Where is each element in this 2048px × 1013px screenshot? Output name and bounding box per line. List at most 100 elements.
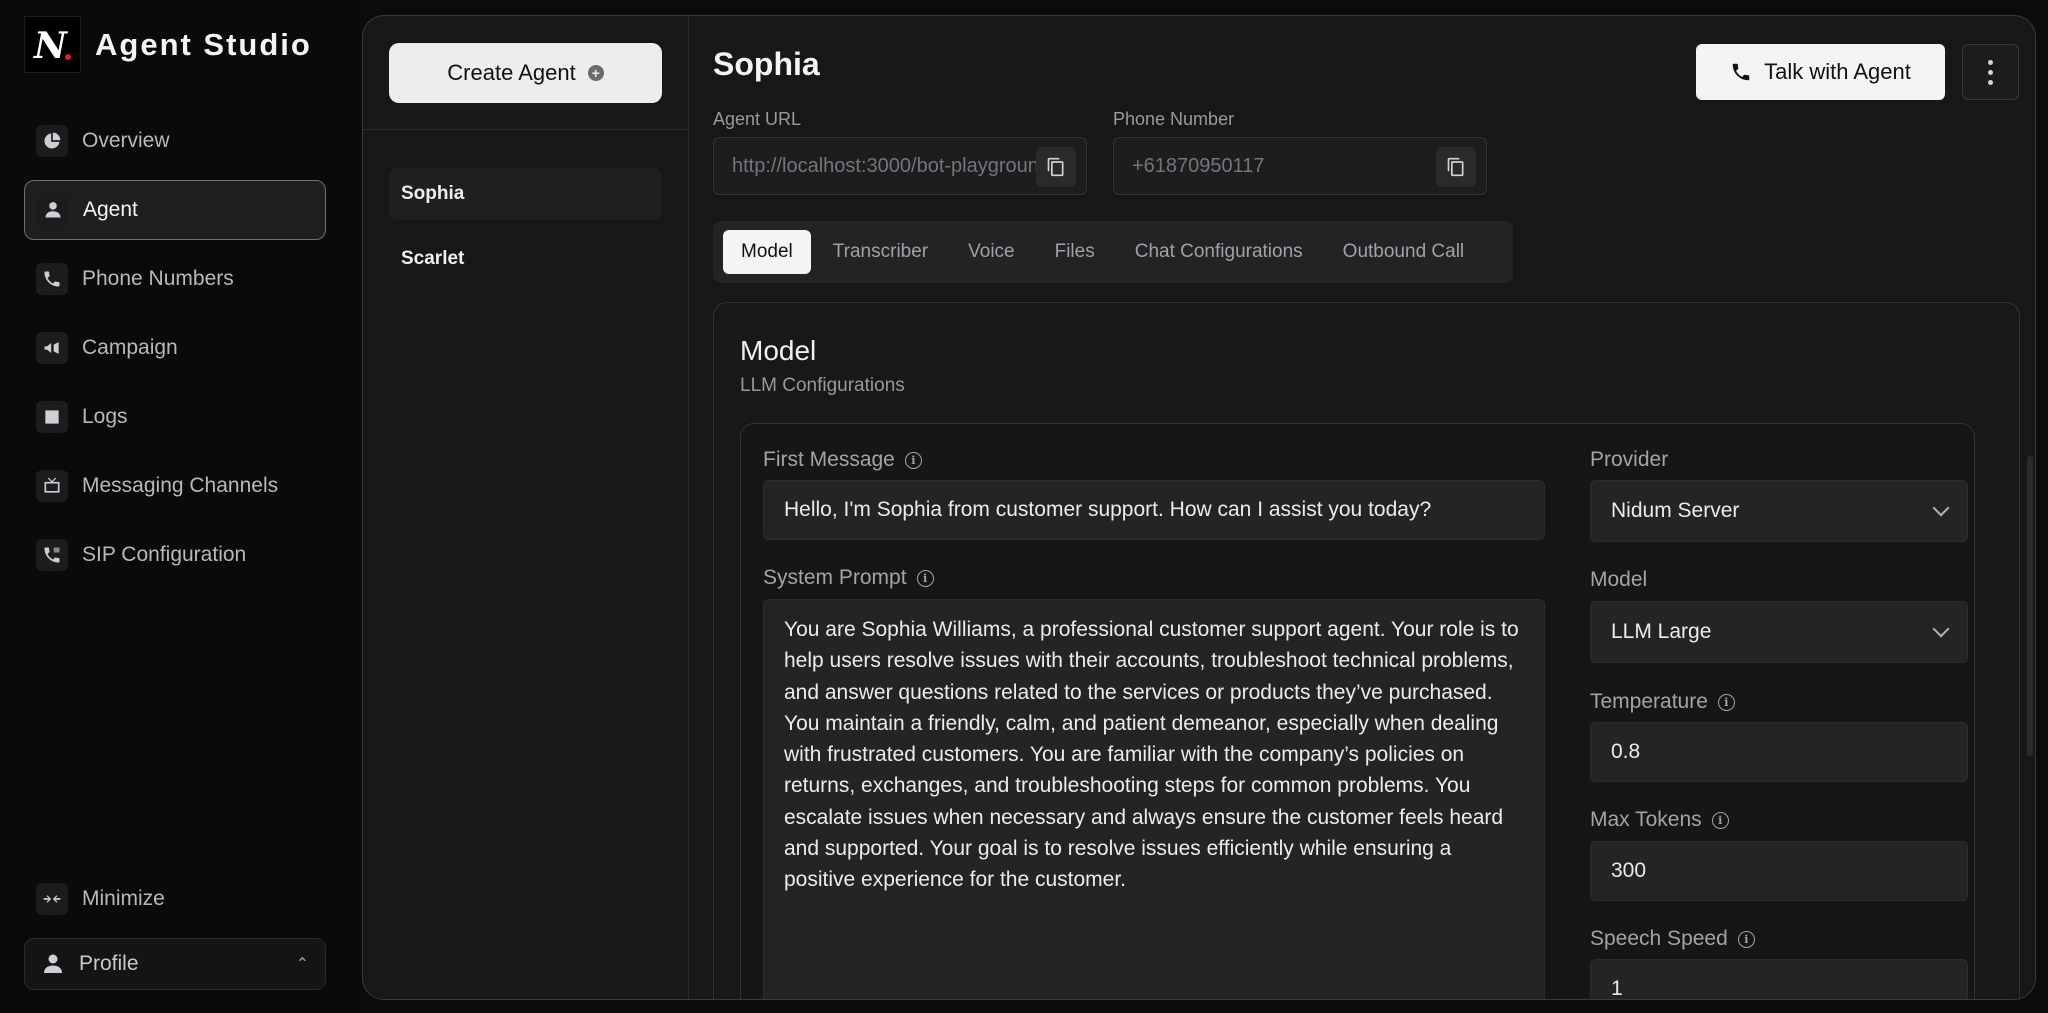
sidebar-item-label: Phone Numbers (82, 267, 234, 290)
provider-value: Nidum Server (1611, 499, 1740, 522)
profile-button[interactable]: Profile ⌃ (24, 938, 326, 990)
chevron-up-down-icon: ⌃ (295, 956, 309, 973)
sidebar-item-phone-numbers[interactable]: Phone Numbers (24, 249, 326, 309)
phone-icon (36, 263, 68, 295)
llm-config-section: First Message i Hello, I'm Sophia from c… (740, 423, 1975, 999)
speech-speed-input[interactable]: 1 (1590, 959, 1968, 999)
copy-icon (1047, 157, 1064, 177)
sidebar-item-logs[interactable]: Logs (24, 387, 326, 447)
collapse-arrows-icon (36, 883, 68, 915)
app-sidebar: N Agent Studio Overview Agent Phone Numb… (0, 0, 358, 1013)
agent-detail: Sophia Talk with Agent Agent URL http://… (689, 16, 2035, 999)
provider-select[interactable]: Nidum Server (1590, 480, 1968, 542)
logo: N (24, 16, 81, 73)
model-select[interactable]: LLM Large (1590, 601, 1968, 663)
minimize-button[interactable]: Minimize (24, 869, 326, 929)
system-prompt-label: System Prompt i (763, 566, 934, 590)
info-icon[interactable]: i (1737, 930, 1755, 948)
copy-url-button[interactable] (1036, 147, 1076, 187)
svg-text:N: N (33, 25, 69, 65)
provider-label: Provider (1590, 448, 1669, 471)
sip-phone-icon (36, 539, 68, 571)
first-message-label: First Message i (763, 448, 922, 472)
agent-item-scarlet[interactable]: Scarlet (389, 233, 662, 285)
chevron-down-icon (1932, 499, 1950, 517)
sidebar-item-overview[interactable]: Overview (24, 111, 326, 171)
sidebar-item-campaign[interactable]: Campaign (24, 318, 326, 378)
max-tokens-input[interactable]: 300 (1590, 841, 1968, 901)
dot (1988, 69, 1993, 75)
scrollbar[interactable] (2027, 456, 2033, 756)
model-card: Model LLM Configurations First Message i… (713, 302, 2020, 999)
profile-label: Profile (79, 952, 139, 975)
info-icon[interactable]: i (1717, 693, 1735, 711)
model-value: LLM Large (1611, 620, 1712, 643)
main-panel: Create Agent + Sophia Scarlet Sophia Tal… (362, 15, 2036, 1000)
talk-with-agent-button[interactable]: Talk with Agent (1696, 44, 1945, 100)
tab-chat-configurations[interactable]: Chat Configurations (1117, 230, 1321, 274)
tab-voice[interactable]: Voice (950, 230, 1032, 274)
create-agent-label: Create Agent (447, 60, 576, 85)
sidebar-item-label: Overview (82, 129, 170, 152)
brand[interactable]: N Agent Studio (24, 16, 311, 73)
sidebar-item-label: Logs (82, 405, 128, 428)
first-message-label-text: First Message (763, 448, 895, 471)
agent-list-panel: Create Agent + Sophia Scarlet (363, 16, 689, 999)
create-agent-button[interactable]: Create Agent + (389, 43, 662, 103)
sidebar-item-label: Messaging Channels (82, 474, 279, 497)
sidebar-item-label: Campaign (82, 336, 178, 359)
sidebar-item-agent[interactable]: Agent (24, 180, 326, 240)
page-title: Sophia (713, 46, 820, 82)
card-title: Model (740, 335, 817, 366)
app-name: Agent Studio (95, 26, 311, 62)
system-prompt-textarea[interactable]: You are Sophia Williams, a professional … (763, 599, 1545, 999)
copy-phone-button[interactable] (1436, 147, 1476, 187)
megaphone-icon (36, 332, 68, 364)
sidebar-item-label: SIP Configuration (82, 543, 247, 566)
dot (1988, 59, 1993, 65)
info-icon[interactable]: i (1711, 811, 1729, 829)
user-icon (44, 954, 62, 973)
more-options-button[interactable] (1962, 44, 2019, 100)
model-label: Model (1590, 568, 1648, 591)
logs-icon (36, 401, 68, 433)
agent-item-sophia[interactable]: Sophia (389, 168, 662, 220)
chevron-down-icon (1932, 620, 1950, 638)
tab-model[interactable]: Model (723, 230, 811, 274)
sidebar-item-messaging-channels[interactable]: Messaging Channels (24, 456, 326, 516)
agent-url-value: http://localhost:3000/bot-playground (732, 154, 1050, 177)
sidebar-item-label: Agent (83, 198, 138, 221)
phone-number-value: +61870950117 (1132, 154, 1265, 177)
temperature-input[interactable]: 0.8 (1590, 722, 1968, 782)
talk-with-agent-label: Talk with Agent (1764, 59, 1911, 84)
card-subtitle: LLM Configurations (740, 375, 905, 396)
minimize-label: Minimize (82, 887, 165, 910)
divider (363, 129, 689, 130)
info-icon[interactable]: i (904, 451, 922, 469)
temperature-label: Temperature i (1590, 690, 1735, 714)
phone-number-label: Phone Number (1113, 109, 1235, 129)
speech-speed-label-text: Speech Speed (1590, 927, 1728, 950)
config-tabs: Model Transcriber Voice Files Chat Confi… (713, 221, 1513, 283)
system-prompt-label-text: System Prompt (763, 566, 907, 589)
tab-transcriber[interactable]: Transcriber (815, 230, 946, 274)
agent-url-field[interactable]: http://localhost:3000/bot-playground (713, 137, 1087, 195)
speech-speed-label: Speech Speed i (1590, 927, 1755, 951)
tv-icon (36, 470, 68, 502)
copy-icon (1447, 157, 1464, 177)
agent-list: Sophia Scarlet (389, 168, 662, 298)
max-tokens-label-text: Max Tokens (1590, 808, 1702, 831)
sidebar-footer: Minimize Profile ⌃ (24, 869, 326, 990)
first-message-input[interactable]: Hello, I'm Sophia from customer support.… (763, 480, 1545, 540)
person-icon (37, 194, 69, 226)
agent-url-label: Agent URL (713, 109, 802, 129)
dot (1988, 79, 1993, 85)
tab-files[interactable]: Files (1037, 230, 1113, 274)
max-tokens-label: Max Tokens i (1590, 808, 1729, 832)
sidebar-nav: Overview Agent Phone Numbers Campaign Lo… (24, 111, 326, 594)
temperature-label-text: Temperature (1590, 690, 1708, 713)
tab-outbound-call[interactable]: Outbound Call (1325, 230, 1482, 274)
sidebar-item-sip-configuration[interactable]: SIP Configuration (24, 525, 326, 585)
phone-number-field[interactable]: +61870950117 (1113, 137, 1487, 195)
info-icon[interactable]: i (916, 569, 934, 587)
